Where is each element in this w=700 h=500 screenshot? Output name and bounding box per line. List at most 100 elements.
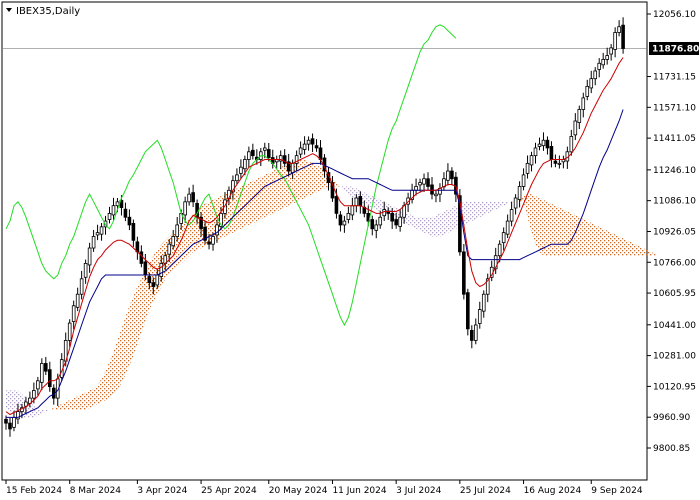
cloud-segment bbox=[420, 217, 425, 233]
candle-body bbox=[127, 216, 132, 226]
candle-body bbox=[601, 59, 605, 66]
candle-body bbox=[605, 55, 609, 60]
candle-body bbox=[302, 143, 307, 150]
cloud-segment bbox=[260, 174, 265, 220]
cloud-segment bbox=[312, 163, 317, 195]
candle-body bbox=[581, 97, 586, 110]
cloud-segment bbox=[451, 205, 456, 231]
candle-body bbox=[107, 212, 112, 220]
candle-body bbox=[549, 146, 554, 160]
candle-body bbox=[450, 170, 454, 180]
x-tick-label: 25 Apr 2024 bbox=[201, 486, 257, 496]
candle-body bbox=[589, 78, 594, 89]
candle-body bbox=[553, 160, 558, 164]
candle-body bbox=[306, 139, 311, 145]
cloud-segment bbox=[264, 172, 269, 218]
cloud-segment bbox=[479, 201, 484, 218]
candle-body bbox=[470, 329, 474, 341]
cloud-segment bbox=[435, 213, 440, 237]
candle-body bbox=[466, 292, 470, 330]
cloud-segment bbox=[368, 194, 373, 208]
y-tick-label: 11246.10 bbox=[653, 166, 696, 176]
y-tick-label: 11571.10 bbox=[653, 103, 696, 113]
candle-body bbox=[521, 174, 526, 187]
candle-body bbox=[497, 243, 502, 257]
cloud-segment bbox=[575, 215, 580, 256]
candle-body bbox=[211, 236, 215, 245]
cloud-segment bbox=[599, 226, 604, 256]
cloud-segment bbox=[424, 217, 429, 235]
candle-body bbox=[541, 139, 546, 147]
cloud-segment bbox=[483, 201, 488, 216]
candle-body bbox=[505, 220, 510, 235]
cloud-segment bbox=[603, 228, 608, 256]
price-tag: 11876.80 bbox=[649, 42, 699, 56]
candle-body bbox=[477, 309, 482, 324]
cloud-segment bbox=[591, 223, 596, 256]
candle-body bbox=[71, 305, 76, 322]
y-tick-label: 10766.00 bbox=[653, 258, 696, 268]
cloud-segment bbox=[129, 296, 134, 366]
candle-body bbox=[310, 138, 315, 145]
y-tick-label: 12056.10 bbox=[653, 10, 696, 20]
cloud-segment bbox=[308, 161, 313, 197]
cloud-segment bbox=[567, 211, 572, 256]
candle-body bbox=[266, 149, 271, 158]
y-tick-label: 10120.95 bbox=[653, 382, 696, 392]
cloud-segment bbox=[6, 390, 10, 412]
cloud-segment bbox=[551, 203, 556, 256]
candle-body bbox=[430, 184, 434, 195]
x-tick-label: 20 May 2024 bbox=[269, 486, 328, 496]
cloud-segment bbox=[615, 234, 620, 256]
candle-body bbox=[573, 120, 578, 136]
candle-body bbox=[422, 178, 426, 185]
cloud-segment bbox=[439, 211, 444, 237]
candle-body bbox=[577, 109, 582, 123]
candle-body bbox=[290, 162, 295, 173]
candle-body bbox=[418, 182, 422, 186]
cloud-segment bbox=[85, 390, 90, 410]
cloud-segment bbox=[631, 242, 636, 256]
candle-body bbox=[95, 232, 100, 236]
candle-body bbox=[609, 47, 613, 55]
candle-body bbox=[243, 159, 247, 170]
y-tick-label: 11731.15 bbox=[653, 73, 696, 83]
y-tick-label: 11086.10 bbox=[653, 197, 696, 207]
candle-body bbox=[545, 139, 550, 149]
x-tick-label: 8 Mar 2024 bbox=[70, 486, 122, 496]
candle-body bbox=[155, 274, 160, 286]
candle-body bbox=[239, 166, 243, 174]
candle-body bbox=[593, 70, 598, 80]
cloud-segment bbox=[587, 221, 592, 256]
cloud-segment bbox=[81, 392, 86, 410]
candle-body bbox=[139, 251, 144, 264]
cloud-segment bbox=[447, 207, 452, 233]
x-tick-label: 9 Sep 2024 bbox=[591, 486, 643, 496]
candle-body bbox=[370, 219, 375, 230]
candle-body bbox=[8, 422, 12, 430]
candle-body bbox=[175, 224, 179, 237]
y-tick-label: 9960.90 bbox=[653, 413, 690, 423]
candle-body bbox=[446, 170, 450, 181]
candle-body bbox=[143, 261, 148, 276]
candle-body bbox=[509, 209, 514, 222]
cloud-segment bbox=[535, 196, 540, 252]
cloud-segment bbox=[316, 165, 321, 193]
candle-body bbox=[75, 293, 80, 308]
cloud-segment bbox=[627, 240, 632, 256]
candle-body bbox=[394, 219, 398, 226]
candle-body bbox=[4, 418, 8, 424]
candle-body bbox=[262, 147, 267, 151]
cloud-segment bbox=[69, 398, 74, 410]
cloud-segment bbox=[252, 178, 257, 224]
y-tick-label: 10441.00 bbox=[653, 321, 696, 331]
candle-body bbox=[517, 186, 522, 200]
cloud-segment bbox=[611, 232, 616, 256]
x-tick-label: 25 Jul 2024 bbox=[460, 486, 511, 496]
candle-body bbox=[115, 201, 120, 207]
candle-body bbox=[585, 85, 590, 97]
cloud-segment bbox=[654, 253, 659, 256]
price-tag-label: 11876.80 bbox=[652, 45, 699, 55]
x-tick-label: 11 Jun 2024 bbox=[332, 486, 386, 496]
cloud-segment bbox=[539, 197, 544, 256]
